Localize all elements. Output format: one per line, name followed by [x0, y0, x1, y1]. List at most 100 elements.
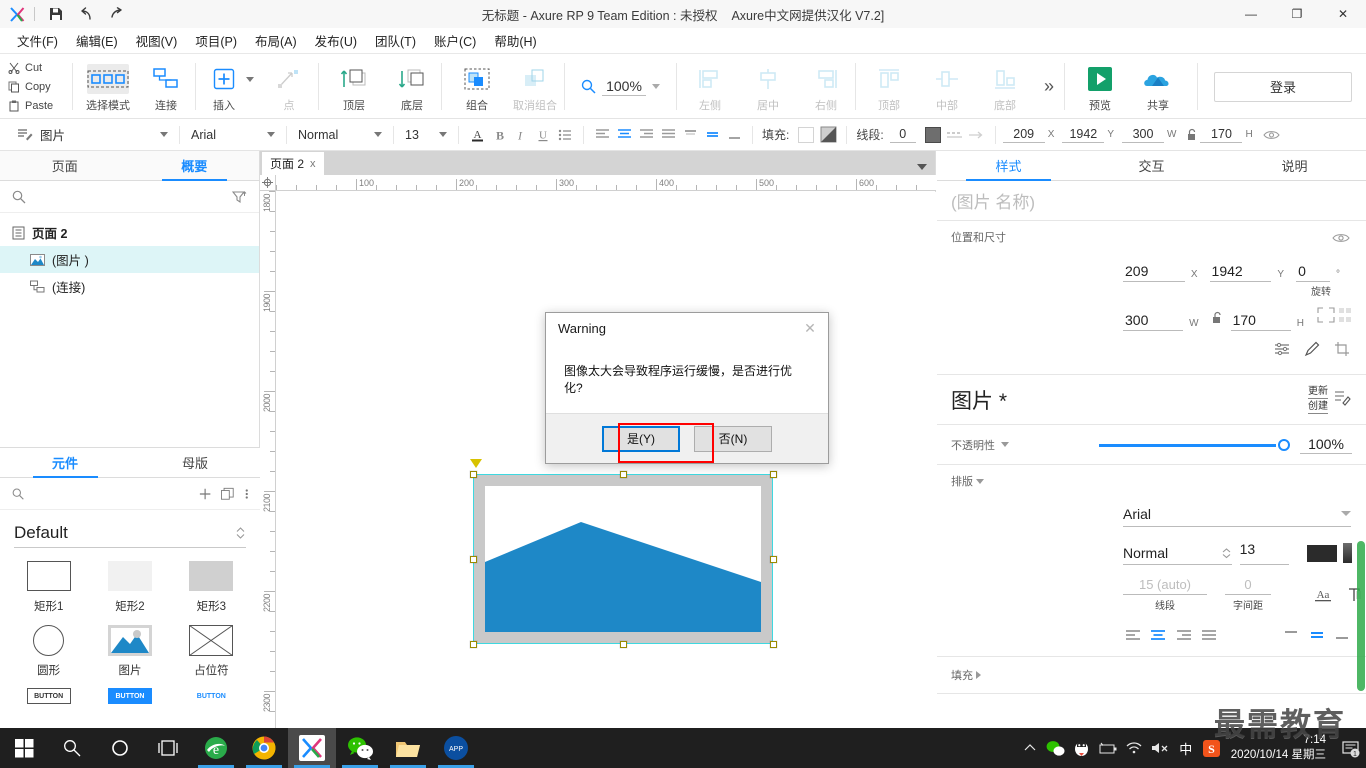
- library-set-dropdown[interactable]: Default: [14, 518, 246, 548]
- tray-ime-icon[interactable]: 中: [1173, 728, 1199, 768]
- preview-button[interactable]: 预览: [1071, 55, 1129, 118]
- vertical-align-middle-button[interactable]: [1307, 626, 1326, 644]
- page-tab-close-icon[interactable]: x: [310, 158, 316, 170]
- height-input[interactable]: 170: [1200, 127, 1243, 143]
- size-width-input[interactable]: 300: [1123, 312, 1184, 331]
- toolbar-overflow-button[interactable]: »: [1034, 55, 1064, 118]
- menu-layout[interactable]: 布局(A): [246, 28, 306, 53]
- insert-dropdown-button[interactable]: [246, 77, 254, 82]
- line-spacing-input[interactable]: 15 (auto): [1123, 577, 1207, 595]
- text-align-center-button[interactable]: [613, 124, 635, 146]
- warning-no-button[interactable]: 否(N): [694, 425, 772, 452]
- tree-item-connector[interactable]: (连接): [0, 273, 259, 300]
- page-tab-page2[interactable]: 页面 2 x: [262, 152, 324, 175]
- opacity-slider-knob[interactable]: [1278, 438, 1290, 451]
- bold-button[interactable]: B: [488, 124, 510, 146]
- menu-help[interactable]: 帮助(H): [485, 28, 545, 53]
- warning-dialog-close-icon[interactable]: ✕: [792, 313, 828, 343]
- connect-tool[interactable]: 连接: [137, 55, 195, 118]
- font-size-input[interactable]: 13: [1239, 541, 1290, 565]
- tray-expand-icon[interactable]: [1017, 728, 1043, 768]
- cut-button[interactable]: Cut: [8, 60, 72, 76]
- widget-image[interactable]: 图片: [89, 624, 170, 678]
- resize-handle-w[interactable]: [470, 556, 477, 563]
- text-case-icon[interactable]: Aa: [1313, 587, 1333, 608]
- align-left-tool[interactable]: 左侧: [681, 55, 739, 118]
- undo-button[interactable]: [71, 1, 101, 27]
- tab-outline[interactable]: 概要: [130, 151, 260, 181]
- menu-edit[interactable]: 编辑(E): [67, 28, 127, 53]
- login-button[interactable]: 登录: [1214, 71, 1352, 102]
- resize-mode-icon[interactable]: [1316, 306, 1352, 329]
- send-to-back-tool[interactable]: 底层: [383, 55, 441, 118]
- widget-name-input[interactable]: (图片 名称): [937, 181, 1366, 221]
- horizontal-ruler[interactable]: 100 200 300 400 500 600: [260, 175, 936, 191]
- resize-handle-nw[interactable]: [470, 471, 477, 478]
- save-button[interactable]: [41, 1, 71, 27]
- tab-notes[interactable]: 说明: [1223, 151, 1366, 180]
- warning-yes-button[interactable]: 是(Y): [602, 425, 680, 452]
- resize-handle-n[interactable]: [620, 471, 627, 478]
- line-arrow-button[interactable]: [966, 124, 988, 146]
- resize-handle-sw[interactable]: [470, 641, 477, 648]
- menu-file[interactable]: 文件(F): [8, 28, 67, 53]
- ruler-origin-button[interactable]: [260, 175, 276, 191]
- align-center-tool[interactable]: 居中: [739, 55, 797, 118]
- menu-view[interactable]: 视图(V): [127, 28, 187, 53]
- width-input[interactable]: 300: [1122, 127, 1165, 143]
- chevron-right-icon[interactable]: [976, 671, 981, 679]
- font-color-swatch[interactable]: [1307, 544, 1337, 562]
- tab-pages[interactable]: 页面: [0, 151, 130, 180]
- widget-rectangle-3[interactable]: 矩形3: [171, 560, 252, 614]
- taskbar-explorer-button[interactable]: [384, 728, 432, 768]
- lock-aspect-ratio-icon[interactable]: [1211, 311, 1223, 329]
- widget-placeholder[interactable]: 占位符: [171, 624, 252, 678]
- taskbar-clock[interactable]: 7:14 2020/10/14 星期三: [1225, 728, 1336, 768]
- align-right-tool[interactable]: 右侧: [797, 55, 855, 118]
- text-align-left-button[interactable]: [591, 124, 613, 146]
- search-button[interactable]: [48, 728, 96, 768]
- taskbar-wechat-button[interactable]: [336, 728, 384, 768]
- tray-wifi-icon[interactable]: [1121, 728, 1147, 768]
- tray-wechat-icon[interactable]: [1043, 728, 1069, 768]
- position-x-input[interactable]: 209: [1123, 263, 1185, 282]
- point-tool[interactable]: 点: [260, 60, 318, 113]
- taskbar-axure-button[interactable]: [288, 728, 336, 768]
- visibility-eye-icon[interactable]: [1261, 124, 1283, 146]
- text-align-left-button[interactable]: [1123, 626, 1142, 644]
- resize-handle-se[interactable]: [770, 641, 777, 648]
- create-style-button[interactable]: 创建: [1308, 401, 1328, 414]
- y-input[interactable]: 1942: [1062, 127, 1105, 143]
- bring-to-front-tool[interactable]: 顶层: [325, 55, 383, 118]
- x-input[interactable]: 209: [1002, 127, 1045, 143]
- group-tool[interactable]: 组合: [448, 55, 506, 118]
- copy-library-icon[interactable]: [221, 487, 235, 501]
- widget-rectangle-1[interactable]: 矩形1: [8, 560, 89, 614]
- font-family-dropdown[interactable]: Arial: [1123, 501, 1351, 527]
- menu-team[interactable]: 团队(T): [366, 28, 425, 53]
- library-search-input[interactable]: [34, 486, 190, 501]
- align-top-tool[interactable]: 顶部: [860, 55, 918, 118]
- line-width-input[interactable]: 0: [889, 127, 916, 143]
- zoom-control[interactable]: 100%: [565, 55, 676, 118]
- paste-button[interactable]: Paste: [8, 98, 72, 114]
- tab-interactions[interactable]: 交互: [1080, 151, 1223, 180]
- tray-sogou-icon[interactable]: S: [1199, 728, 1225, 768]
- vertical-align-bottom-button[interactable]: [1333, 626, 1352, 644]
- window-maximize-button[interactable]: ❐: [1274, 0, 1320, 28]
- italic-button[interactable]: I: [510, 124, 532, 146]
- tray-qq-icon[interactable]: [1069, 728, 1095, 768]
- fill-none-swatch[interactable]: [795, 124, 817, 146]
- start-button[interactable]: [0, 728, 48, 768]
- select-mode-tool[interactable]: 选择模式: [79, 55, 137, 118]
- widget-button-1[interactable]: BUTTON: [8, 688, 89, 704]
- filter-icon[interactable]: [232, 190, 247, 204]
- vertical-align-top-button[interactable]: [679, 124, 701, 146]
- taskbar-app-button[interactable]: APP: [432, 728, 480, 768]
- warning-dialog[interactable]: Warning ✕ 图像太大会导致程序运行缓慢，是否进行优化? 是(Y) 否(N…: [545, 312, 829, 464]
- opacity-slider[interactable]: [1099, 438, 1290, 452]
- taskbar-ie-button[interactable]: e: [192, 728, 240, 768]
- image-settings-icon[interactable]: [1274, 342, 1290, 361]
- visibility-eye-icon[interactable]: [1332, 231, 1350, 249]
- font-family-dropdown[interactable]: Arial: [187, 123, 279, 147]
